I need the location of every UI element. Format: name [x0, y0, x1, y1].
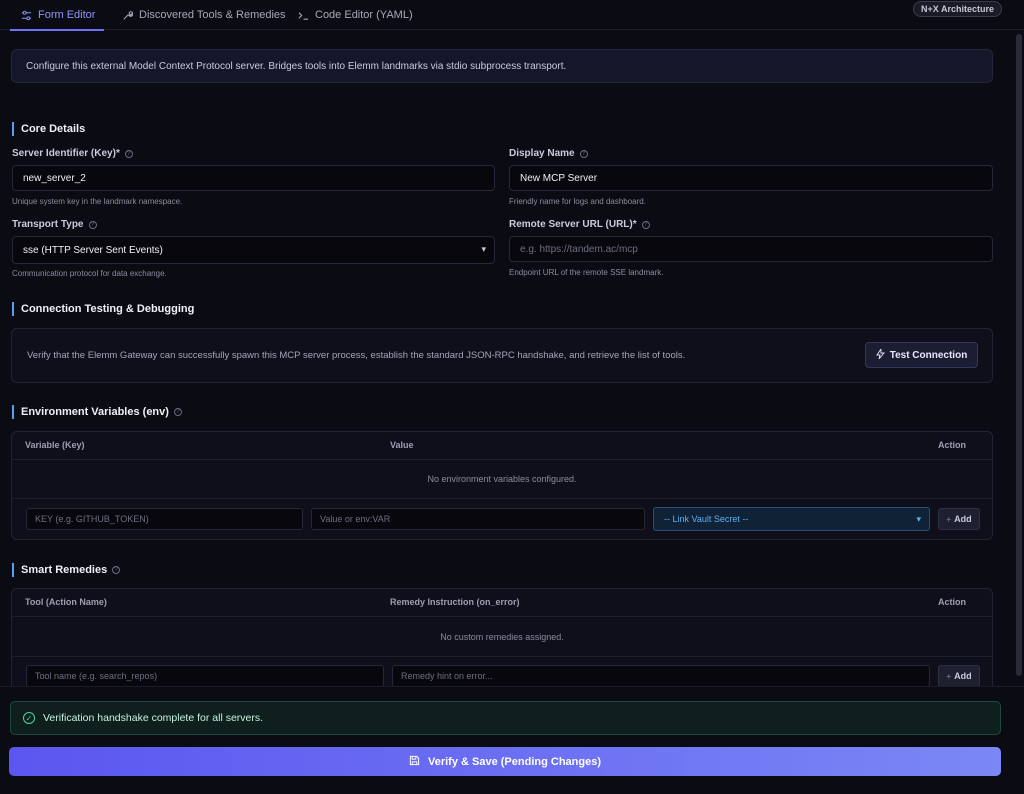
section-title-text: Core Details — [21, 123, 86, 135]
wrench-icon — [121, 9, 133, 21]
vault-secret-select[interactable]: -- Link Vault Secret -- ▾ — [653, 507, 930, 531]
section-title-core: Core Details — [12, 122, 85, 136]
terminal-icon — [297, 9, 309, 21]
lightning-icon — [875, 347, 885, 362]
section-title-text: Smart Remedies — [21, 564, 108, 576]
server-id-label: Server Identifier (Key) * ? — [12, 148, 133, 159]
help-icon[interactable]: ? — [579, 149, 588, 158]
remote-url-label: Remote Server URL (URL) * ? — [509, 219, 650, 230]
section-title-env: Environment Variables (env) ? — [12, 405, 182, 419]
column-header-key: Variable (Key) — [25, 440, 85, 450]
server-id-input[interactable]: new_server_2 — [12, 165, 495, 191]
footer: ✓ Verification handshake complete for al… — [0, 686, 1024, 794]
select-value: sse (HTTP Server Sent Events) — [23, 244, 163, 256]
tab-form-editor[interactable]: Form Editor — [10, 0, 104, 31]
section-title-text: Connection Testing & Debugging — [21, 303, 195, 315]
table-header: Tool (Action Name) Remedy Instruction (o… — [12, 589, 992, 617]
form-content: Configure this external Model Context Pr… — [0, 30, 1014, 686]
remedy-hint-input[interactable]: Remedy hint on error... — [392, 665, 930, 686]
display-name-input[interactable]: New MCP Server — [509, 165, 993, 191]
transport-type-select[interactable]: sse (HTTP Server Sent Events) ▾ — [12, 236, 495, 264]
button-label: Test Connection — [889, 349, 968, 361]
chevron-down-icon: ▾ — [481, 244, 486, 254]
chevron-down-icon: ▾ — [916, 514, 921, 524]
check-circle-icon: ✓ — [23, 712, 35, 724]
help-icon[interactable]: ? — [88, 220, 97, 229]
divider — [12, 656, 992, 657]
remote-url-hint: Endpoint URL of the remote SSE landmark. — [509, 268, 664, 277]
transport-type-label: Transport Type ? — [12, 219, 97, 230]
required-marker: * — [632, 219, 637, 230]
label-text: Server Identifier (Key) — [12, 148, 116, 159]
remote-url-input[interactable]: e.g. https://tandem.ac/mcp — [509, 236, 993, 262]
tab-label: Code Editor (YAML) — [315, 9, 413, 21]
env-add-button[interactable]: + Add — [938, 508, 980, 530]
server-id-hint: Unique system key in the landmark namesp… — [12, 197, 183, 206]
architecture-badge: N+X Architecture — [913, 1, 1002, 17]
section-title-remedies: Smart Remedies ? — [12, 563, 121, 577]
remedy-tool-input[interactable]: Tool name (e.g. search_repos) — [26, 665, 384, 686]
remedies-table: Tool (Action Name) Remedy Instruction (o… — [11, 588, 993, 686]
tab-bar: Form Editor Discovered Tools & Remedies … — [0, 0, 1024, 31]
label-text: Remote Server URL (URL) — [509, 219, 633, 230]
empty-state: No environment variables configured. — [427, 474, 577, 484]
divider — [12, 498, 992, 499]
connection-panel: Verify that the Elemm Gateway can succes… — [11, 328, 993, 383]
column-header-action: Action — [938, 440, 966, 450]
select-value: -- Link Vault Secret -- — [664, 514, 749, 524]
button-label: Verify & Save (Pending Changes) — [428, 755, 601, 768]
required-marker: * — [115, 148, 120, 159]
display-name-hint: Friendly name for logs and dashboard. — [509, 197, 646, 206]
section-title-text: Environment Variables (env) — [21, 406, 169, 418]
plus-icon: + — [946, 514, 952, 524]
label-text: Transport Type — [12, 219, 84, 230]
info-banner: Configure this external Model Context Pr… — [11, 49, 993, 83]
column-header-action: Action — [938, 597, 966, 607]
scrollbar-thumb[interactable] — [1016, 34, 1022, 676]
connection-description: Verify that the Elemm Gateway can succes… — [27, 350, 686, 361]
column-header-tool: Tool (Action Name) — [25, 597, 107, 607]
save-icon — [409, 755, 420, 769]
tab-discovered-tools[interactable]: Discovered Tools & Remedies — [121, 0, 286, 30]
tab-label: Discovered Tools & Remedies — [139, 9, 286, 21]
tab-label: Form Editor — [38, 9, 96, 21]
help-icon[interactable]: ? — [112, 566, 121, 574]
env-value-input[interactable]: Value or env:VAR — [311, 508, 645, 530]
help-icon[interactable]: ? — [124, 149, 133, 158]
empty-state: No custom remedies assigned. — [440, 632, 564, 642]
tab-code-editor[interactable]: Code Editor (YAML) — [297, 0, 413, 30]
button-label: Add — [954, 514, 972, 524]
verify-save-button[interactable]: Verify & Save (Pending Changes) — [9, 747, 1001, 776]
table-header: Variable (Key) Value Action — [12, 432, 992, 460]
help-icon[interactable]: ? — [173, 408, 182, 416]
status-text: Verification handshake complete for all … — [43, 712, 264, 724]
status-message: ✓ Verification handshake complete for al… — [10, 701, 1001, 735]
transport-type-hint: Communication protocol for data exchange… — [12, 269, 167, 278]
plus-icon: + — [946, 671, 952, 681]
section-title-connection: Connection Testing & Debugging — [12, 302, 194, 316]
display-name-label: Display Name ? — [509, 148, 588, 159]
column-header-remedy: Remedy Instruction (on_error) — [390, 597, 520, 607]
label-text: Display Name — [509, 148, 575, 159]
button-label: Add — [954, 671, 972, 681]
sliders-icon — [20, 9, 32, 21]
env-table: Variable (Key) Value Action No environme… — [11, 431, 993, 540]
env-key-input[interactable]: KEY (e.g. GITHUB_TOKEN) — [26, 508, 303, 530]
test-connection-button[interactable]: Test Connection — [865, 342, 978, 368]
remedy-add-button[interactable]: + Add — [938, 665, 980, 686]
help-icon[interactable]: ? — [641, 220, 650, 229]
column-header-value: Value — [390, 440, 414, 450]
